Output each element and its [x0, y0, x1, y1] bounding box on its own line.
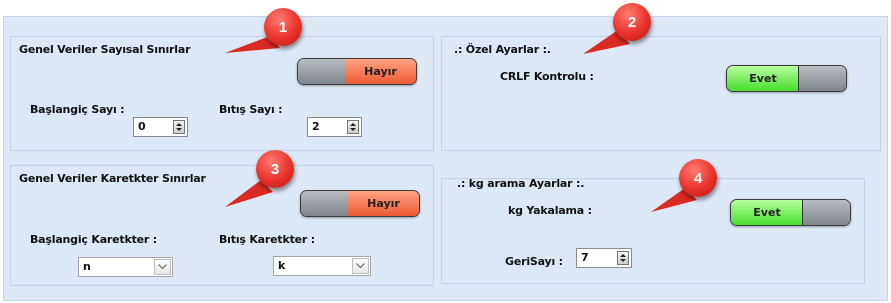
- callout-3: 3: [256, 150, 296, 190]
- callout-2-number: 2: [613, 3, 651, 41]
- callout-4: 4: [679, 159, 719, 199]
- callout-3-number: 3: [256, 150, 294, 188]
- callout-4-number: 4: [679, 159, 717, 197]
- callout-2: 2: [613, 3, 653, 43]
- callout-1-number: 1: [264, 8, 302, 46]
- callout-1: 1: [264, 8, 304, 48]
- callout-pointers: [225, 30, 697, 212]
